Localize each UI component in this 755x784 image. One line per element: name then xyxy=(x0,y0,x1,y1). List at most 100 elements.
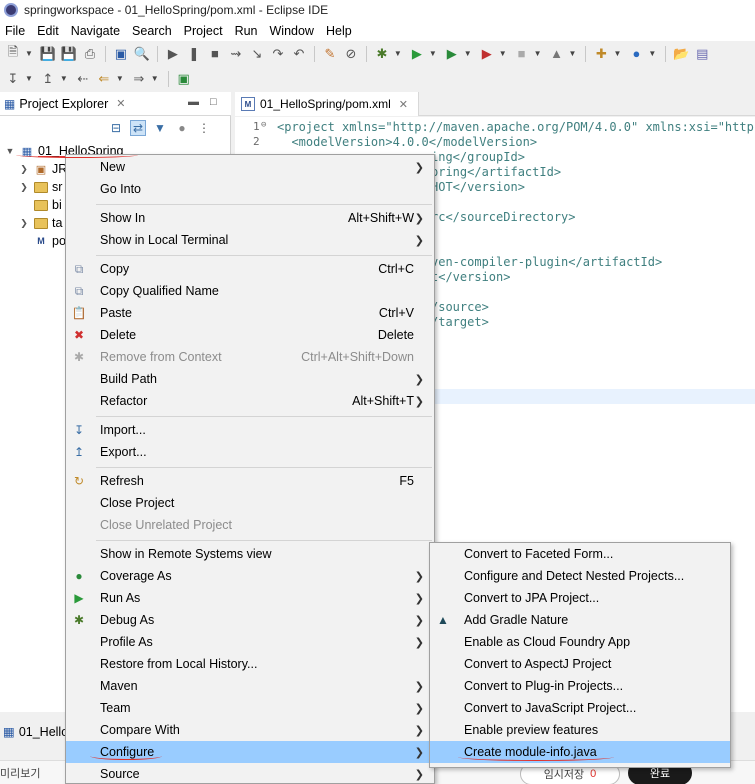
menu-item-compare-with[interactable]: Compare With ❯ xyxy=(66,719,434,741)
chevron-down-icon[interactable]: ▼ xyxy=(569,49,577,58)
tree-row-src[interactable]: ❯ sr xyxy=(18,178,62,196)
run-icon[interactable]: ▶ xyxy=(408,45,426,63)
menu-search[interactable]: Search xyxy=(127,24,179,38)
menu-item-maven[interactable]: Maven ❯ xyxy=(66,675,434,697)
menu-item-copy-qualified-name[interactable]: ⧉ Copy Qualified Name xyxy=(66,280,434,302)
menu-item-refresh[interactable]: ↻ Refresh F5 xyxy=(66,470,434,492)
save-icon[interactable]: 💾 xyxy=(39,45,57,63)
menu-item-team[interactable]: Team ❯ xyxy=(66,697,434,719)
editor-tab-pom[interactable]: M 01_HelloSpring/pom.xml ✕ xyxy=(235,92,419,116)
menu-window[interactable]: Window xyxy=(265,24,321,38)
submenu-item-preview-features[interactable]: Enable preview features xyxy=(430,719,730,741)
pin-editor-icon[interactable]: ▣ xyxy=(175,70,193,88)
menu-item-refactor[interactable]: Refactor Alt+Shift+T ❯ xyxy=(66,390,434,412)
back-icon[interactable]: ⇐ xyxy=(95,70,113,88)
menu-item-export[interactable]: ↥ Export... xyxy=(66,441,434,463)
menu-item-close-unrelated-project[interactable]: Close Unrelated Project xyxy=(66,514,434,536)
menu-navigate[interactable]: Navigate xyxy=(66,24,127,38)
menu-item-debug-as[interactable]: ✱ Debug As ❯ xyxy=(66,609,434,631)
menu-item-delete[interactable]: ✖ Delete Delete xyxy=(66,324,434,346)
external-tools-icon[interactable]: ▶ xyxy=(478,45,496,63)
chevron-right-icon[interactable]: ❯ xyxy=(18,218,30,229)
menu-item-build-path[interactable]: Build Path ❯ xyxy=(66,368,434,390)
view-menu-icon[interactable]: ⋮ xyxy=(196,120,212,136)
close-icon[interactable]: ✕ xyxy=(116,97,125,110)
chevron-down-icon[interactable]: ▼ xyxy=(60,74,68,83)
menu-item-remove-from-context[interactable]: ✱ Remove from Context Ctrl+Alt+Shift+Down xyxy=(66,346,434,368)
link-with-editor-icon[interactable]: ⇄ xyxy=(130,120,146,136)
chevron-down-icon[interactable]: ▼ xyxy=(429,49,437,58)
menu-file[interactable]: File xyxy=(0,24,32,38)
menu-item-import[interactable]: ↧ Import... xyxy=(66,419,434,441)
save-all-icon[interactable]: 💾 xyxy=(60,45,78,63)
menu-help[interactable]: Help xyxy=(321,24,359,38)
chevron-down-icon[interactable]: ▼ xyxy=(4,146,16,156)
refactor-icon[interactable]: ✎ xyxy=(321,45,339,63)
minimize-icon[interactable]: ▬ xyxy=(188,96,199,108)
menu-item-paste[interactable]: 📋 Paste Ctrl+V xyxy=(66,302,434,324)
menu-item-copy[interactable]: ⧉ Copy Ctrl+C xyxy=(66,258,434,280)
debug-icon[interactable]: ✱ xyxy=(373,45,391,63)
menu-edit[interactable]: Edit xyxy=(32,24,66,38)
suspend-icon[interactable]: ❚ xyxy=(185,45,203,63)
terminal-icon[interactable]: ▣ xyxy=(112,45,130,63)
chevron-right-icon[interactable]: ❯ xyxy=(18,182,30,193)
last-edit-icon[interactable]: ⇠ xyxy=(74,70,92,88)
next-annotation-icon[interactable]: ↧ xyxy=(4,70,22,88)
maximize-icon[interactable]: □ xyxy=(210,96,217,108)
menu-item-close-project[interactable]: Close Project xyxy=(66,492,434,514)
chevron-down-icon[interactable]: ▼ xyxy=(648,49,656,58)
focus-icon[interactable]: ● xyxy=(174,120,190,136)
step-return-icon[interactable]: ↶ xyxy=(290,45,308,63)
menu-project[interactable]: Project xyxy=(179,24,230,38)
step-icon[interactable]: ▶ xyxy=(164,45,182,63)
new-java-project-icon[interactable]: ✚ xyxy=(592,45,610,63)
submenu-item-gradle-nature[interactable]: ▲ Add Gradle Nature xyxy=(430,609,730,631)
menu-item-run-as[interactable]: ▶ Run As ❯ xyxy=(66,587,434,609)
menu-item-coverage-as[interactable]: ● Coverage As ❯ xyxy=(66,565,434,587)
bottom-tab[interactable]: ▦ 01_Hello xyxy=(0,724,68,740)
filter-icon[interactable]: ▼ xyxy=(152,120,168,136)
menu-item-show-in[interactable]: Show In Alt+Shift+W ❯ xyxy=(66,207,434,229)
chevron-down-icon[interactable]: ▼ xyxy=(25,49,33,58)
stop-icon[interactable]: ■ xyxy=(206,45,224,63)
prev-annotation-icon[interactable]: ↥ xyxy=(39,70,57,88)
deploy-icon[interactable]: ▲ xyxy=(548,45,566,63)
tree-row-pom[interactable]: M po xyxy=(18,232,66,250)
step-into-icon[interactable]: ↘ xyxy=(248,45,266,63)
search-icon[interactable]: 🔍 xyxy=(133,45,151,63)
close-icon[interactable]: ✕ xyxy=(399,98,408,111)
chevron-down-icon[interactable]: ▼ xyxy=(464,49,472,58)
step-over-icon[interactable]: ↷ xyxy=(269,45,287,63)
skip-breakpoints-icon[interactable]: ⊘ xyxy=(342,45,360,63)
fold-icon[interactable]: ⊖ xyxy=(261,120,266,130)
chevron-down-icon[interactable]: ▼ xyxy=(534,49,542,58)
disconnect-icon[interactable]: ⇝ xyxy=(227,45,245,63)
submenu-item-nested-projects[interactable]: Configure and Detect Nested Projects... xyxy=(430,565,730,587)
menu-item-go-into[interactable]: Go Into xyxy=(66,178,434,200)
submenu-item-aspectj[interactable]: Convert to AspectJ Project xyxy=(430,653,730,675)
tree-row-bin[interactable]: bi xyxy=(18,196,62,214)
chevron-down-icon[interactable]: ▼ xyxy=(151,74,159,83)
submenu-item-jpa-project[interactable]: Convert to JPA Project... xyxy=(430,587,730,609)
chevron-down-icon[interactable]: ▼ xyxy=(613,49,621,58)
submenu-item-faceted-form[interactable]: Convert to Faceted Form... xyxy=(430,543,730,565)
menu-item-new[interactable]: New ❯ xyxy=(66,156,434,178)
menu-item-profile-as[interactable]: Profile As ❯ xyxy=(66,631,434,653)
submenu-item-cloud-foundry[interactable]: Enable as Cloud Foundry App xyxy=(430,631,730,653)
coverage-icon[interactable]: ▶ xyxy=(443,45,461,63)
forward-icon[interactable]: ⇒ xyxy=(130,70,148,88)
chevron-down-icon[interactable]: ▼ xyxy=(116,74,124,83)
project-explorer-tab[interactable]: ▦ Project Explorer ✕ ▬ □ xyxy=(0,92,231,116)
new-icon[interactable]: 🗎 xyxy=(4,44,22,63)
chevron-down-icon[interactable]: ▼ xyxy=(394,49,402,58)
open-type-icon[interactable]: 📂 xyxy=(672,45,690,63)
menu-run[interactable]: Run xyxy=(230,24,265,38)
preview-label[interactable]: 미리보기 xyxy=(0,765,40,781)
menu-item-show-in-terminal[interactable]: Show in Local Terminal ❯ xyxy=(66,229,434,251)
tree-row-target[interactable]: ❯ ta xyxy=(18,214,62,232)
menu-item-source[interactable]: Source ❯ xyxy=(66,763,434,784)
collapse-all-icon[interactable]: ⊟ xyxy=(108,120,124,136)
chevron-right-icon[interactable]: ❯ xyxy=(18,164,30,175)
chevron-down-icon[interactable]: ▼ xyxy=(25,74,33,83)
